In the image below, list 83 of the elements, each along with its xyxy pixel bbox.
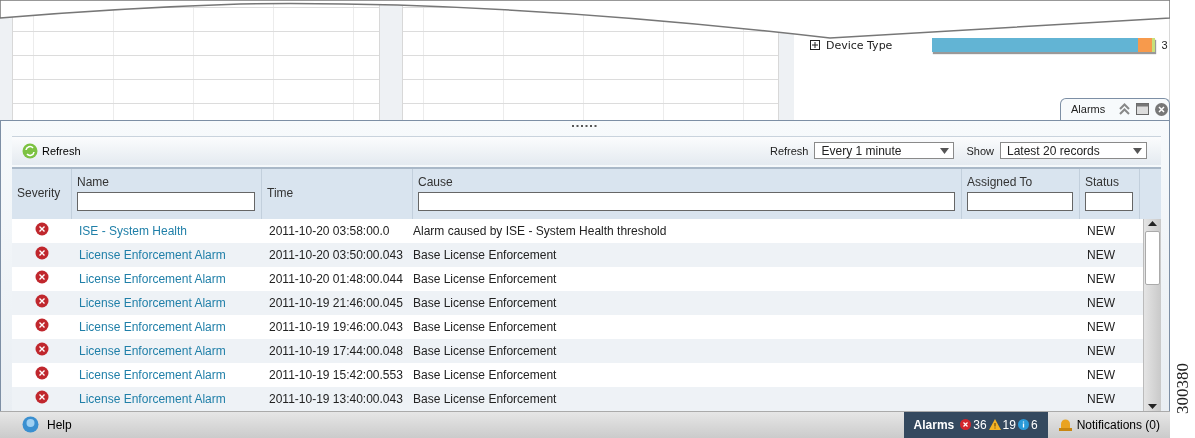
bell-icon xyxy=(1057,417,1073,432)
table-cell-text: Base License Enforcement xyxy=(413,367,558,382)
table-cell-text: Base License Enforcement xyxy=(413,343,558,358)
table-cell-text: Alarm caused by ISE - System Health threshold xyxy=(413,223,668,238)
error-icon xyxy=(35,270,49,285)
device-type-count: 3 xyxy=(1161,39,1168,51)
show-label: Show xyxy=(966,144,994,157)
table-cell-text: NEW xyxy=(1086,343,1116,358)
table-cell-text: 2011-10-19 15:42:00.553 xyxy=(268,367,404,382)
table-cell-text: NEW xyxy=(1086,391,1116,406)
refresh-button[interactable]: Refresh xyxy=(22,142,81,159)
caret-icon xyxy=(1133,147,1142,154)
alarm-name-link[interactable]: License Enforcement Alarm xyxy=(79,247,226,262)
help-button[interactable]: Help xyxy=(22,416,72,434)
table-cell-text: Base License Enforcement xyxy=(413,247,558,262)
table-cell-text: 2011-10-19 19:46:00.043 xyxy=(268,319,404,334)
filter-field[interactable] xyxy=(967,191,1073,211)
table-row[interactable]: ISE - System Health 2011-10-20 03:58:00.0 Alarm caused by ISE - System Health threshold NEW xyxy=(12,218,1143,243)
refresh-interval-select[interactable]: Every 1 minute xyxy=(814,142,955,160)
table-cell-text: NEW xyxy=(1086,223,1116,238)
table-cell-text: Base License Enforcement xyxy=(413,295,558,310)
column-title: Assigned To xyxy=(967,174,1034,189)
table-cell-text: NEW xyxy=(1086,367,1116,382)
table-cell-text: 2011-10-20 03:58:00.0 xyxy=(268,223,391,238)
column-title: Status xyxy=(1085,174,1121,189)
table-row[interactable]: License Enforcement Alarm 2011-10-19 13:40:00.043 Base License Enforcement NEW xyxy=(12,386,1143,411)
error-icon xyxy=(35,366,49,381)
error-icon xyxy=(35,390,49,405)
expand-icon[interactable] xyxy=(810,40,820,50)
scroll-thumb[interactable] xyxy=(1145,230,1160,285)
refresh-label: Refresh xyxy=(769,144,809,157)
alarm-name-link[interactable]: License Enforcement Alarm xyxy=(79,367,226,382)
table-cell-text: 2011-10-20 01:48:00.044 xyxy=(268,271,404,286)
close-icon[interactable] xyxy=(1155,102,1169,116)
collapse-icon[interactable] xyxy=(1119,103,1131,116)
notifications-button[interactable]: Notifications (0) xyxy=(1047,417,1170,432)
alarm-name-link[interactable]: License Enforcement Alarm xyxy=(79,319,226,334)
window-icon[interactable] xyxy=(1136,103,1150,116)
error-icon xyxy=(35,246,49,261)
table-cell-text: 2011-10-19 13:40:00.043 xyxy=(268,391,404,406)
records-select[interactable]: Latest 20 records xyxy=(1000,142,1147,160)
table-cell-text: NEW xyxy=(1086,247,1116,262)
filter-field[interactable] xyxy=(418,191,955,211)
error-icon xyxy=(35,342,49,357)
table-cell-text: NEW xyxy=(1086,295,1116,310)
figure-number: 300380 xyxy=(1173,363,1192,414)
table-cell-text: Base License Enforcement xyxy=(413,391,558,406)
device-type-label: Device Type xyxy=(826,38,893,52)
table-cell-text: Base License Enforcement xyxy=(413,319,558,334)
alarm-name-link[interactable]: License Enforcement Alarm xyxy=(79,295,226,310)
alarms-tab[interactable]: Alarms xyxy=(1060,97,1170,120)
alarm-name-link[interactable]: License Enforcement Alarm xyxy=(79,271,226,286)
refresh-icon xyxy=(22,142,38,159)
table-cell-text: 2011-10-19 17:44:00.048 xyxy=(268,343,404,358)
caret-icon xyxy=(940,147,950,154)
table-cell-text: 2011-10-19 21:46:00.045 xyxy=(268,295,404,310)
table-row[interactable]: License Enforcement Alarm 2011-10-19 19:46:00.043 Base License Enforcement NEW xyxy=(12,314,1143,339)
filter-field[interactable] xyxy=(77,191,255,211)
scrollbar[interactable] xyxy=(1143,218,1161,411)
column-title: Cause xyxy=(418,174,454,189)
table-cell-text: 2011-10-20 03:50:00.043 xyxy=(268,247,404,262)
warning-icon xyxy=(988,419,1001,431)
table-cell-text: NEW xyxy=(1086,319,1116,334)
column-title: Severity xyxy=(17,185,62,200)
column-title: Time xyxy=(267,185,295,200)
error-icon xyxy=(35,318,49,333)
alarm-name-link[interactable]: ISE - System Health xyxy=(79,223,188,238)
error-icon xyxy=(960,419,972,431)
table-cell-text: NEW xyxy=(1086,271,1116,286)
drag-handle-icon[interactable] xyxy=(572,124,598,128)
table-cell-text: Base License Enforcement xyxy=(413,271,558,286)
error-icon xyxy=(35,222,49,237)
table-row[interactable]: License Enforcement Alarm 2011-10-19 15:42:00.553 Base License Enforcement NEW xyxy=(12,362,1143,387)
table-row[interactable]: License Enforcement Alarm 2011-10-20 01:48:00.044 Base License Enforcement NEW xyxy=(12,266,1143,291)
alarm-name-link[interactable]: License Enforcement Alarm xyxy=(79,391,226,406)
alarms-summary-button[interactable]: Alarms 36 19 6 xyxy=(903,411,1048,438)
column-title: Name xyxy=(77,174,110,189)
filter-field[interactable] xyxy=(1085,191,1133,211)
alarm-name-link[interactable]: License Enforcement Alarm xyxy=(79,343,226,358)
error-icon xyxy=(35,294,49,309)
scroll-up-icon[interactable] xyxy=(1148,218,1157,229)
info-icon xyxy=(1017,419,1029,431)
help-icon xyxy=(22,416,39,434)
